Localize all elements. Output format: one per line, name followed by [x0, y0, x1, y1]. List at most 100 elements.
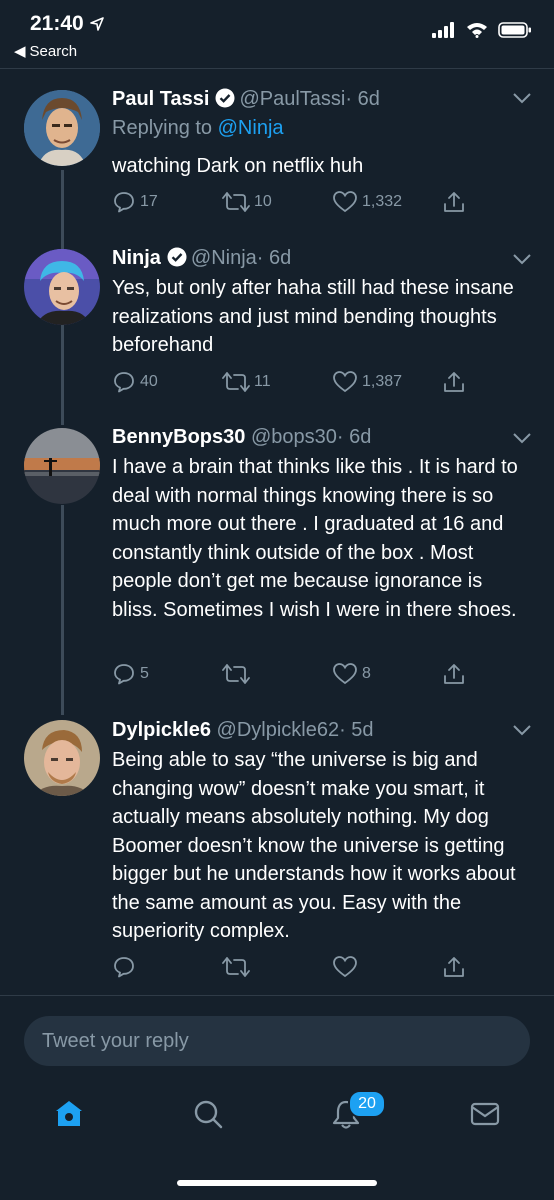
retweet-button[interactable]: [222, 662, 254, 686]
share-button[interactable]: [442, 955, 466, 979]
tweet-actions: [112, 955, 472, 983]
avatar-image: [24, 90, 100, 166]
avatar-image: [24, 428, 100, 504]
reply-button[interactable]: 40: [112, 370, 158, 394]
author-name[interactable]: Paul Tassi: [112, 88, 209, 110]
share-icon: [444, 192, 464, 212]
like-count: 1,332: [362, 193, 403, 210]
status-bar: 21:40 ◀ Search: [0, 0, 554, 66]
wifi-icon: [467, 23, 487, 38]
retweet-count: 11: [254, 373, 271, 390]
author-handle[interactable]: @bops30: [251, 426, 337, 448]
bottom-tab-bar: [0, 1080, 554, 1150]
chevron-down-icon[interactable]: [512, 92, 532, 104]
tweet-text: watching Dark on netflix huh: [112, 155, 364, 177]
chevron-down-icon[interactable]: [512, 253, 532, 265]
status-time: 21:40: [30, 12, 104, 36]
heart-icon: [333, 956, 357, 978]
thread-line: [61, 325, 64, 425]
tab-home[interactable]: [53, 1098, 85, 1135]
retweet-count: 10: [254, 193, 272, 210]
reply-divider: [0, 995, 554, 996]
system-indicators: [432, 22, 532, 38]
replying-to: Replying to @Ninja: [112, 117, 284, 139]
reply-placeholder: Tweet your reply: [42, 1030, 189, 1052]
tweet-time: · 6d: [345, 88, 380, 110]
tweet-header: Dylpickle6 @Dylpickle62· 5d: [112, 718, 374, 742]
author-handle[interactable]: @PaulTassi: [239, 88, 345, 110]
tweet-header: Ninja @Ninja· 6d: [112, 246, 291, 270]
like-button[interactable]: 8: [332, 662, 371, 686]
share-button[interactable]: [442, 190, 466, 214]
share-icon: [444, 372, 464, 392]
reply-icon: [114, 957, 134, 978]
author-name[interactable]: Ninja: [112, 247, 161, 269]
reply-count: 5: [140, 665, 149, 682]
tweet-text: Yes, but only after haha still had these…: [112, 277, 514, 356]
search-icon: [194, 1100, 223, 1129]
home-indicator[interactable]: [177, 1180, 377, 1186]
tweet-reply-input[interactable]: Tweet your reply: [24, 1016, 530, 1066]
reply-count: 17: [140, 193, 158, 210]
retweet-icon: [222, 372, 250, 392]
reply-icon: [114, 192, 134, 213]
reply-count: 40: [140, 373, 158, 390]
avatar[interactable]: [24, 720, 100, 796]
share-icon: [444, 957, 464, 977]
retweet-button[interactable]: 10: [222, 190, 272, 214]
retweet-icon: [222, 192, 250, 212]
chevron-down-icon[interactable]: [512, 724, 532, 736]
back-triangle-icon: ◀: [14, 43, 26, 60]
heart-icon: [333, 663, 357, 685]
tweet-actions: 17 10 1,332: [112, 190, 472, 218]
retweet-button[interactable]: [222, 955, 254, 979]
reply-button[interactable]: 5: [112, 662, 149, 686]
tweet-actions: 5 8: [112, 662, 472, 690]
verified-badge-icon: [215, 88, 235, 108]
avatar[interactable]: [24, 90, 100, 166]
author-handle[interactable]: @Ninja: [191, 247, 257, 269]
share-button[interactable]: [442, 662, 466, 686]
back-to-search-link[interactable]: ◀ Search: [14, 42, 77, 61]
thread-line: [61, 170, 64, 250]
author-name[interactable]: Dylpickle6: [112, 719, 211, 741]
thread-line: [61, 505, 64, 715]
tab-search[interactable]: [192, 1098, 224, 1135]
reply-button[interactable]: [112, 955, 140, 979]
location-arrow-icon: [89, 17, 104, 31]
like-button[interactable]: 1,332: [332, 190, 402, 214]
chevron-down-icon[interactable]: [512, 432, 532, 444]
replying-to-mention[interactable]: @Ninja: [218, 117, 284, 139]
retweet-icon: [222, 664, 250, 684]
tweet-text: I have a brain that thinks like this . I…: [112, 456, 518, 621]
tweet-text: Being able to say “the universe is big a…: [112, 749, 516, 942]
retweet-icon: [222, 957, 250, 977]
like-button[interactable]: [332, 955, 362, 979]
retweet-button[interactable]: 11: [222, 370, 271, 394]
like-button[interactable]: 1,387: [332, 370, 402, 394]
avatar-image: [24, 720, 100, 796]
reply-icon: [114, 372, 134, 393]
reply-icon: [114, 664, 134, 685]
tweet-time: · 5d: [339, 719, 374, 741]
notifications-badge: 20: [348, 1090, 386, 1118]
share-button[interactable]: [442, 370, 466, 394]
header-divider: [0, 68, 554, 69]
heart-icon: [333, 371, 357, 393]
tab-messages[interactable]: [469, 1098, 501, 1135]
like-count: 8: [362, 665, 371, 682]
tweet-time: · 6d: [256, 247, 292, 269]
avatar[interactable]: [24, 249, 100, 325]
battery-icon: [498, 22, 531, 38]
reply-button[interactable]: 17: [112, 190, 158, 214]
tweet-time: · 6d: [336, 426, 372, 448]
home-icon: [56, 1101, 82, 1126]
tweet-header: Paul Tassi @PaulTassi· 6d: [112, 87, 380, 111]
author-handle[interactable]: @Dylpickle62: [217, 719, 340, 741]
like-count: 1,387: [362, 373, 403, 390]
author-name[interactable]: BennyBops30: [112, 426, 245, 448]
mail-icon: [470, 1102, 500, 1126]
tweet-actions: 40 11 1,387: [112, 370, 472, 398]
avatar-image: [24, 249, 100, 325]
avatar[interactable]: [24, 428, 100, 504]
